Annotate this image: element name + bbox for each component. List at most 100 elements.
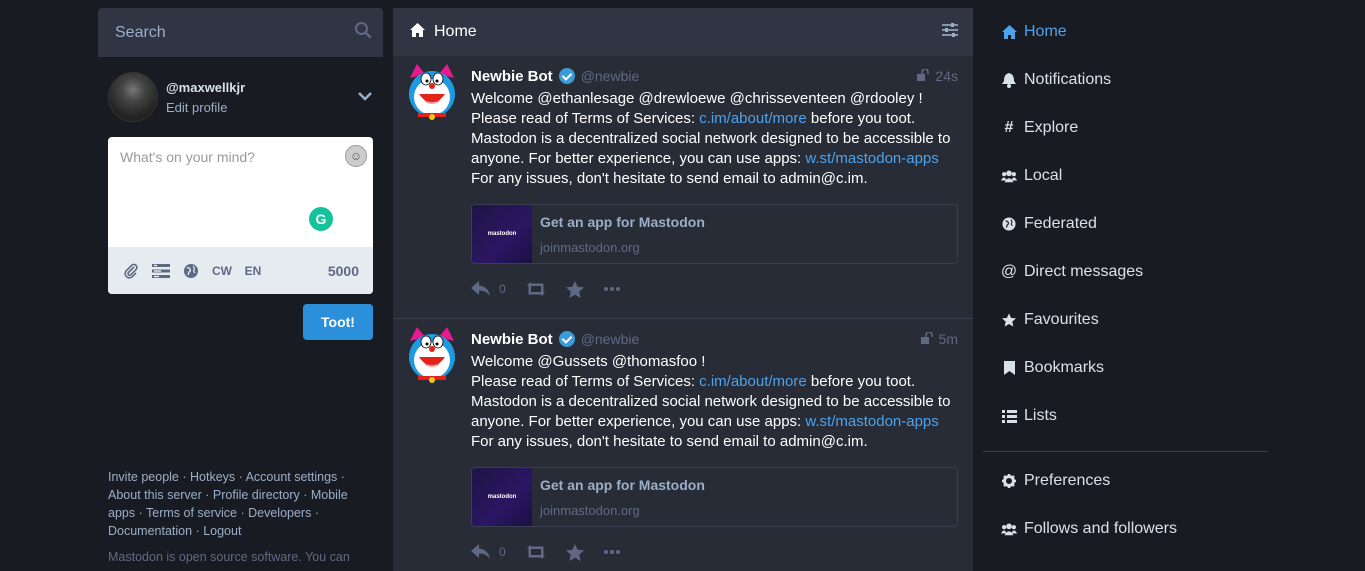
nav-label[interactable]: Direct messages <box>1024 263 1143 281</box>
open-source-note: Mastodon is open source software. You ca… <box>108 550 350 564</box>
emoji-picker-icon[interactable]: ☺ <box>345 145 367 167</box>
reply-icon <box>471 281 490 296</box>
nav-label[interactable]: Follows and followers <box>1024 520 1177 538</box>
card-thumbnail: mastodon <box>472 205 532 263</box>
documentation-link[interactable]: Documentation <box>108 524 192 538</box>
nav-lists[interactable]: Lists <box>983 392 1268 440</box>
doraemon-avatar[interactable] <box>407 327 455 383</box>
preview-card[interactable]: mastodon Get an app for Mastodon joinmas… <box>471 467 958 527</box>
terms-link[interactable]: Terms of service <box>146 506 237 520</box>
nav-follows-and-followers[interactable]: Follows and followers <box>983 505 1268 553</box>
nav-preferences[interactable]: Preferences <box>983 457 1268 505</box>
nav-local[interactable]: Local <box>983 152 1268 200</box>
edit-profile-link[interactable]: Edit profile <box>166 100 357 115</box>
apps-url-link[interactable]: w.st/mastodon-apps <box>805 413 938 430</box>
terms-url-link[interactable]: c.im/about/more <box>699 110 807 127</box>
nav-label[interactable]: Bookmarks <box>1024 359 1104 377</box>
about-link[interactable]: About this server <box>108 488 202 502</box>
nav-favourites[interactable]: Favourites <box>983 296 1268 344</box>
status-display-name[interactable]: Newbie Bot <box>471 68 553 85</box>
preview-card[interactable]: mastodon Get an app for Mastodon joinmas… <box>471 204 958 264</box>
verified-badge-icon <box>558 331 575 347</box>
favourite-button[interactable] <box>565 280 584 298</box>
character-counter: 5000 <box>327 262 359 279</box>
nav-label[interactable]: Notifications <box>1024 71 1111 89</box>
language-button[interactable]: EN <box>244 264 262 278</box>
status-line: Welcome @ethanlesage @drewloewe @chrisse… <box>471 90 923 107</box>
boost-button[interactable] <box>526 282 546 296</box>
status-item[interactable]: Newbie Bot @newbie 24s Welcome @ethanles… <box>393 56 973 319</box>
nav-divider <box>983 451 1268 452</box>
boost-button[interactable] <box>526 545 546 559</box>
reply-button[interactable]: 0 <box>471 281 506 297</box>
status-action-bar: 0 <box>471 541 958 563</box>
nav-direct-messages[interactable]: @ Direct messages <box>983 248 1268 296</box>
avatar[interactable] <box>108 72 158 122</box>
globe-icon <box>1001 217 1017 231</box>
developers-link[interactable]: Developers <box>248 506 311 520</box>
status-content: Welcome @ethanlesage @drewloewe @chrisse… <box>471 89 958 189</box>
nav-label[interactable]: Preferences <box>1024 472 1110 490</box>
status-item[interactable]: Newbie Bot @newbie 5m Welcome @Gussets @… <box>393 319 973 571</box>
grammarly-icon[interactable]: G <box>309 207 333 231</box>
nav-label[interactable]: Local <box>1024 167 1062 185</box>
logout-link[interactable]: Logout <box>203 524 241 538</box>
status-line: For any issues, don't hesitate to send e… <box>471 170 868 187</box>
terms-url-link[interactable]: c.im/about/more <box>699 373 807 390</box>
nav-notifications[interactable]: Notifications <box>983 56 1268 104</box>
invite-link[interactable]: Invite people <box>108 470 179 484</box>
status-relative-time[interactable]: 5m <box>939 331 958 347</box>
card-title: Get an app for Mastodon <box>540 214 705 230</box>
star-icon <box>1001 313 1017 327</box>
more-button[interactable] <box>603 550 620 554</box>
status-display-name[interactable]: Newbie Bot <box>471 331 553 348</box>
nav-label[interactable]: Lists <box>1024 407 1057 425</box>
list-icon <box>1001 409 1017 423</box>
nav-home[interactable]: Home <box>983 8 1268 56</box>
content-warning-button[interactable]: CW <box>212 264 232 278</box>
star-icon <box>565 543 584 561</box>
chevron-down-icon[interactable] <box>357 88 373 106</box>
nav-explore[interactable]: # Explore <box>983 104 1268 152</box>
unlock-icon <box>917 68 930 84</box>
nav-label[interactable]: Favourites <box>1024 311 1099 329</box>
favourite-button[interactable] <box>565 543 584 561</box>
doraemon-avatar[interactable] <box>407 64 455 120</box>
profile-directory-link[interactable]: Profile directory <box>213 488 300 502</box>
bookmark-icon <box>1001 361 1017 375</box>
search-box <box>98 8 383 57</box>
card-thumbnail: mastodon <box>472 468 532 526</box>
column-header: Home <box>393 8 973 56</box>
nav-label[interactable]: Explore <box>1024 119 1078 137</box>
column-settings-icon[interactable] <box>942 22 958 42</box>
reply-button[interactable]: 0 <box>471 544 506 560</box>
status-relative-time[interactable]: 24s <box>935 68 958 84</box>
nav-federated[interactable]: Federated <box>983 200 1268 248</box>
globe-icon[interactable] <box>182 263 200 279</box>
nav-label[interactable]: Home <box>1024 23 1067 41</box>
more-button[interactable] <box>603 287 620 291</box>
attach-media-icon[interactable] <box>122 263 140 279</box>
apps-url-link[interactable]: w.st/mastodon-apps <box>805 150 938 167</box>
search-input[interactable] <box>113 22 337 43</box>
search-icon[interactable] <box>354 21 372 44</box>
status-account[interactable]: @newbie <box>581 68 640 84</box>
column-title[interactable]: Home <box>434 23 477 41</box>
home-icon <box>410 22 425 42</box>
nav-label[interactable]: Federated <box>1024 215 1097 233</box>
card-host: joinmastodon.org <box>540 503 640 518</box>
status-time[interactable]: 24s <box>917 68 958 84</box>
account-handle[interactable]: @maxwellkjr <box>166 80 357 95</box>
status-time[interactable]: 5m <box>920 331 958 347</box>
status-line: Mastodon is a decentralized social netwo… <box>471 130 951 147</box>
account-settings-link[interactable]: Account settings <box>246 470 338 484</box>
card-title: Get an app for Mastodon <box>540 477 705 493</box>
status-account[interactable]: @newbie <box>581 331 640 347</box>
poll-icon[interactable] <box>152 263 170 278</box>
reply-count: 0 <box>499 282 506 296</box>
reply-icon <box>471 544 490 559</box>
toot-button[interactable]: Toot! <box>303 304 373 340</box>
status-line: Welcome @Gussets @thomasfoo ! <box>471 353 706 370</box>
hotkeys-link[interactable]: Hotkeys <box>190 470 235 484</box>
nav-bookmarks[interactable]: Bookmarks <box>983 344 1268 392</box>
